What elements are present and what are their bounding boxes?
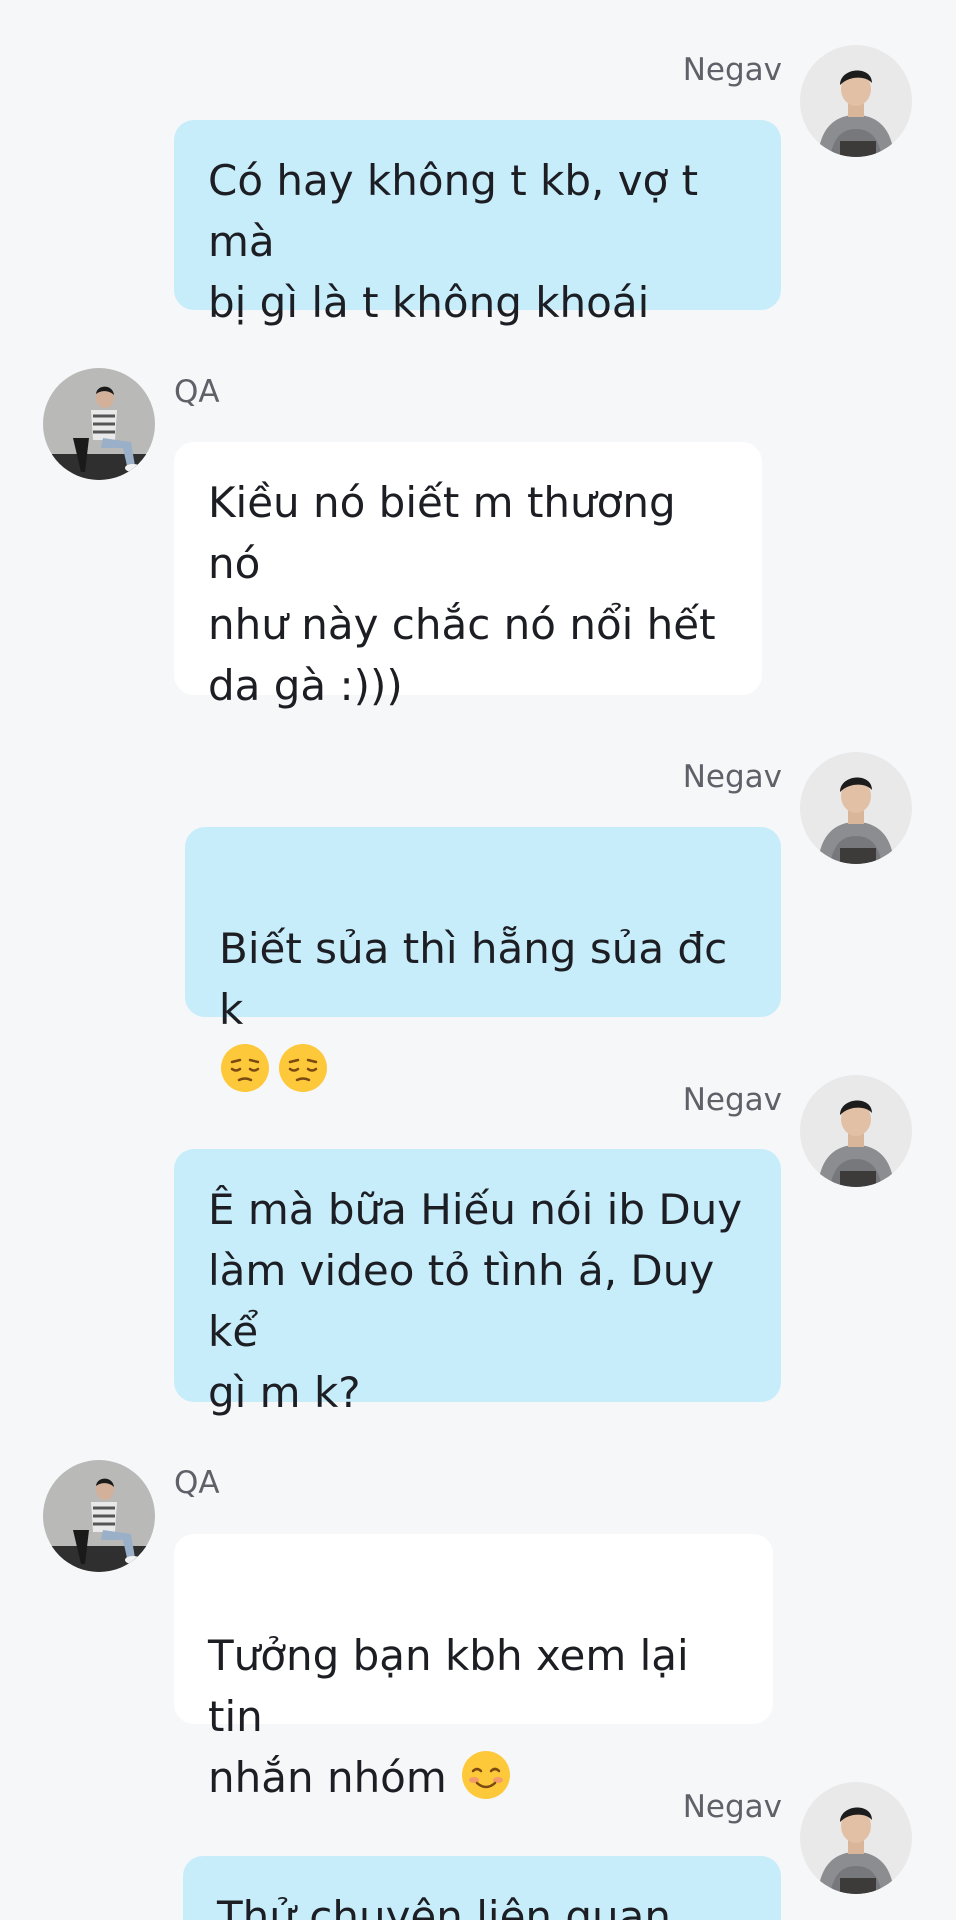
- message-bubble[interactable]: Ê mà bữa Hiếu nói ib Duy làm video tỏ tì…: [174, 1149, 781, 1417]
- sender-name: Negav: [682, 759, 782, 795]
- message-bubble[interactable]: Có hay không t kb, vợ t mà bị gì là t kh…: [174, 120, 781, 327]
- message-bubble[interactable]: Kiều nó biết m thương nó như này chắc nó…: [174, 442, 762, 710]
- sender-name: Negav: [682, 1082, 782, 1118]
- message-bubble[interactable]: Tưởng bạn kbh xem lại tin nhắn nhóm: [174, 1534, 773, 1802]
- sender-name: Negav: [682, 1789, 782, 1825]
- negav-avatar[interactable]: [800, 1782, 912, 1894]
- smiling-face-emoji: [460, 1749, 512, 1801]
- message-text: Biết sủa thì hẵng sủa đc k: [219, 924, 728, 1034]
- negav-avatar[interactable]: [800, 1075, 912, 1187]
- chat-message-list[interactable]: Negav Có hay không t kb, vợ t mà bị gì l…: [0, 0, 956, 1920]
- message-bubble[interactable]: Thử chuyện liên quan đến: [183, 1856, 781, 1920]
- sender-name: QA: [174, 374, 220, 410]
- qa-avatar[interactable]: [43, 1460, 155, 1572]
- qa-avatar[interactable]: [43, 368, 155, 480]
- pensive-face-emoji: [219, 1042, 271, 1094]
- negav-avatar[interactable]: [800, 45, 912, 157]
- sender-name: QA: [174, 1465, 220, 1501]
- message-text: Tưởng bạn kbh xem lại tin nhắn nhóm: [208, 1631, 689, 1802]
- sender-name: Negav: [682, 52, 782, 88]
- message-bubble[interactable]: Biết sủa thì hẵng sủa đc k: [185, 827, 781, 1092]
- pensive-face-emoji: [277, 1042, 329, 1094]
- negav-avatar[interactable]: [800, 752, 912, 864]
